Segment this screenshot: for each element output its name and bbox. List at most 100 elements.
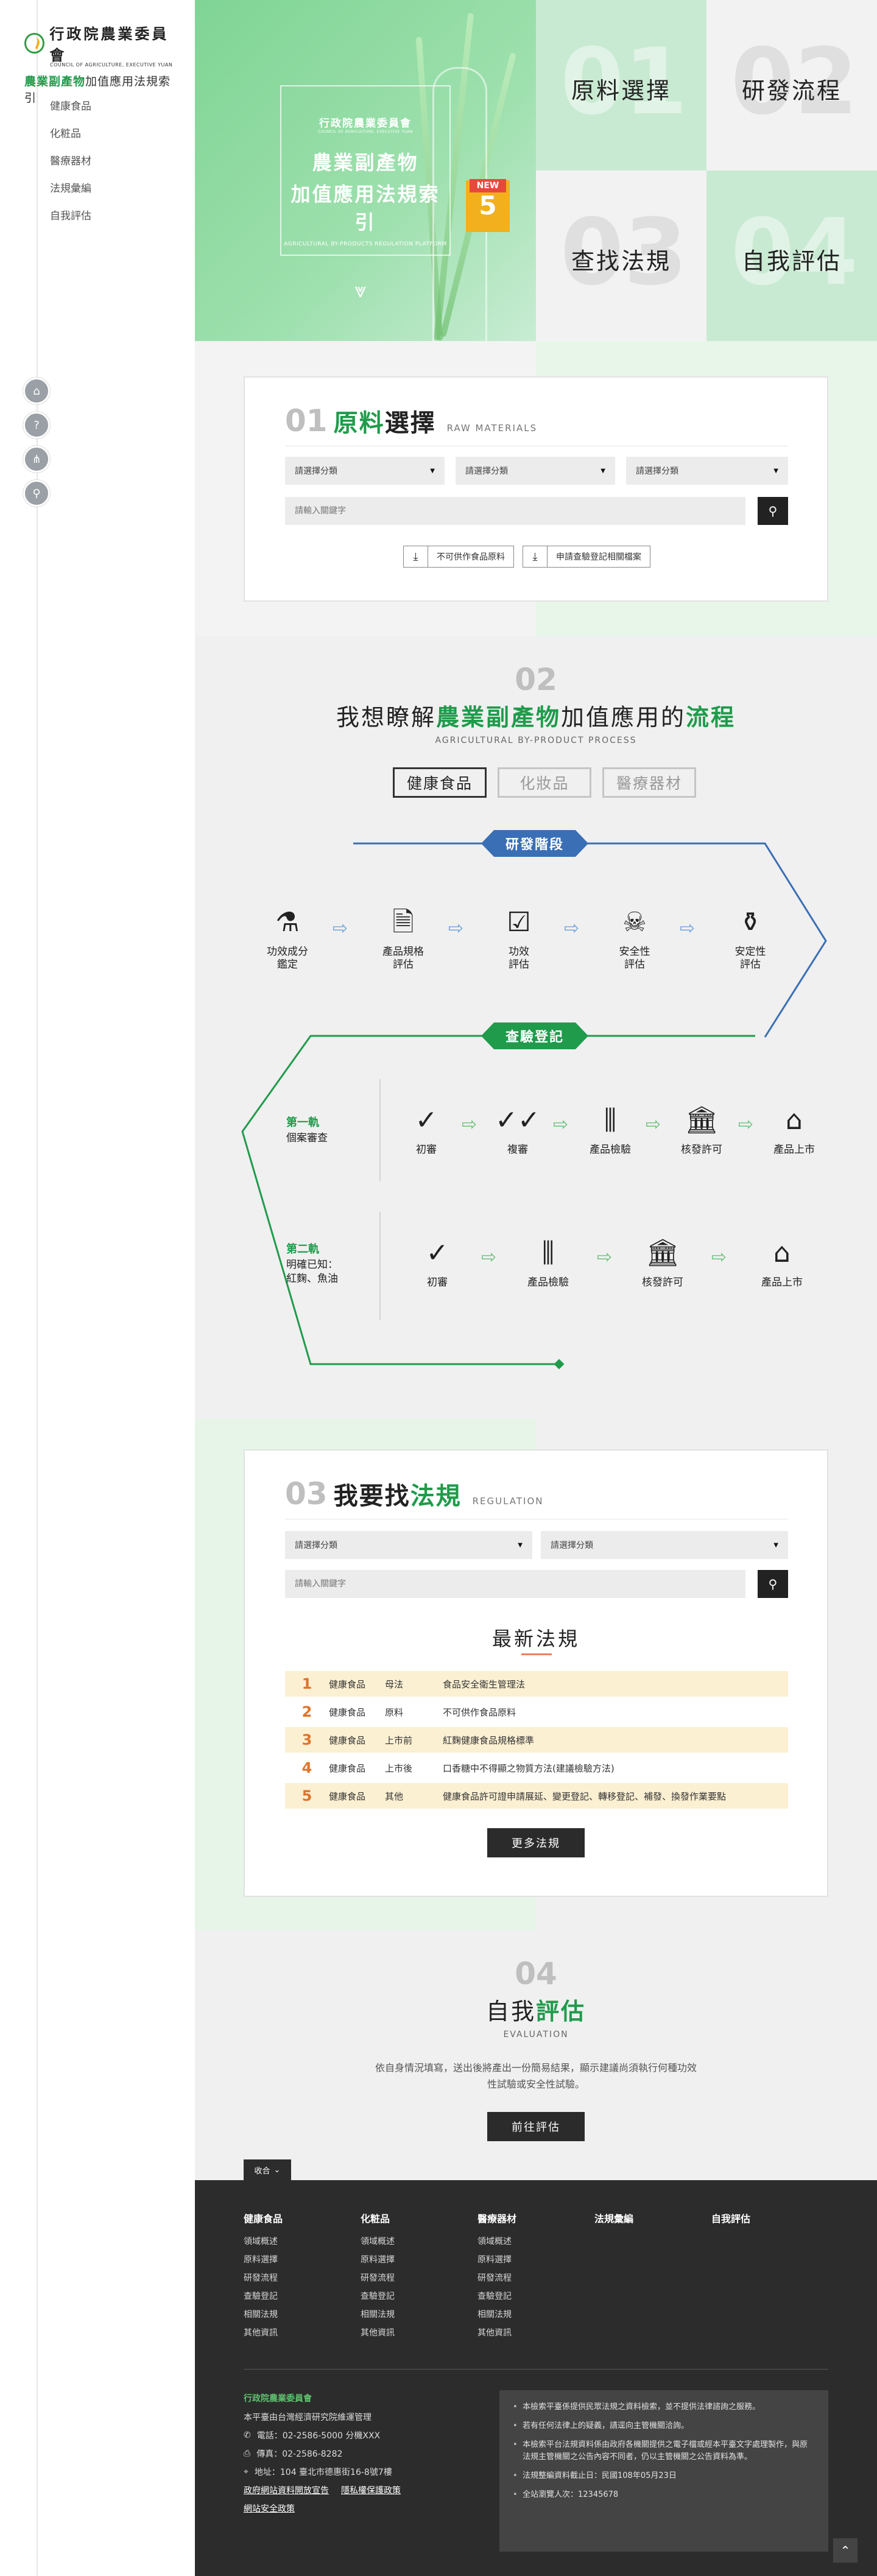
arrow-right-icon: ⇨ (564, 918, 580, 939)
step-efficacy-evaluation[interactable]: ☑ 功效 評估 (482, 904, 555, 972)
section-number: 04 (515, 1956, 557, 1991)
footer-link[interactable]: 相關法規 (244, 2308, 353, 2326)
footer-collapse-button[interactable]: 收合 ⌄ (244, 2159, 291, 2180)
footer-link[interactable]: 研發流程 (477, 2272, 587, 2290)
raw-keyword-input[interactable] (285, 497, 745, 525)
footer-link[interactable]: 原料選擇 (361, 2253, 470, 2272)
regulation-row[interactable]: 3 健康食品 上市前 紅麴健康食品規格標準 (285, 1727, 788, 1753)
help-icon[interactable]: ? (23, 412, 50, 438)
raw-category-select-3[interactable]: 請選擇分類 ▼ (626, 457, 788, 485)
tile-process[interactable]: 02 研發流程 (706, 0, 877, 171)
back-to-top-button[interactable]: ⌃ (833, 2538, 858, 2563)
footer-column-title[interactable]: 法規彙編 (594, 2211, 704, 2225)
sidebar-item-health-food[interactable]: 健康食品 (50, 97, 91, 125)
section-english-title: REGULATION (472, 1496, 544, 1507)
section-number: 03 (285, 1476, 328, 1511)
download-registration-files-button[interactable]: ⤓ 申請查驗登記相關檔案 (523, 546, 650, 568)
track1-step-second-review[interactable]: ✓✓ 複審 (481, 1102, 554, 1156)
regulation-row[interactable]: 4 健康食品 上市後 口香糖中不得顯之物質方法(建議檢驗方法) (285, 1755, 788, 1781)
step-efficacy-identification[interactable]: ⚗ 功效成分 鑑定 (251, 904, 324, 972)
footer-link[interactable]: 其他資訊 (477, 2326, 587, 2345)
raw-search-button[interactable]: ⚲ (758, 497, 788, 525)
track2-step-product-test[interactable]: ⫼ 產品檢驗 (512, 1235, 585, 1289)
notice-item: 本檢索平台法規資料係由政府各機關提供之電子檔或經本平臺文字處理製作，與原法規主管… (513, 2439, 815, 2465)
footer-link[interactable]: 其他資訊 (361, 2326, 470, 2345)
footer-link[interactable]: 領域概述 (244, 2235, 353, 2253)
microscope-icon: ⚗ (275, 906, 300, 938)
sidebar: 行政院農業委員會 COUNCIL OF AGRICULTURE, EXECUTI… (0, 0, 195, 2576)
evaluation-heading: 04 自我評估 EVALUATION (195, 1956, 877, 2039)
go-evaluation-button[interactable]: 前往評估 (487, 2112, 585, 2141)
footer-link[interactable]: 相關法規 (361, 2308, 470, 2326)
track-description: 明確已知： (286, 1259, 338, 1272)
footer-link[interactable]: 其他資訊 (244, 2326, 353, 2345)
notice-item: 若有任何法律上的疑義，請逕向主管機關洽詢。 (513, 2420, 815, 2433)
regulation-category-select-1[interactable]: 請選擇分類 ▼ (285, 1531, 532, 1559)
tile-find-regulations[interactable]: 03 查找法規 (536, 171, 706, 341)
footer-column-title[interactable]: 醫療器材 (477, 2211, 587, 2225)
new-regulations-badge[interactable]: NEW 5 (466, 179, 510, 232)
download-non-food-materials-button[interactable]: ⤓ 不可供作食品原料 (403, 546, 514, 568)
search-icon[interactable]: ⚲ (23, 480, 50, 507)
footer-link[interactable]: 原料選擇 (477, 2253, 587, 2272)
footer-notice-box: 本檢索平臺係提供民眾法規之資料檢索，並不提供法律諮詢之服務。 若有任何法律上的疑… (499, 2390, 828, 2552)
footer-column-title[interactable]: 自我評估 (711, 2211, 821, 2225)
tile-self-evaluation[interactable]: 04 自我評估 (706, 171, 877, 341)
raw-category-select-2[interactable]: 請選擇分類 ▼ (456, 457, 615, 485)
scroll-down-icon[interactable]: ⩔ (354, 280, 366, 301)
track1-step-product-launch[interactable]: ⌂ 產品上市 (758, 1102, 831, 1156)
regulation-row[interactable]: 1 健康食品 母法 食品安全衛生管理法 (285, 1671, 788, 1697)
footer-link[interactable]: 領域概述 (477, 2235, 587, 2253)
step-stability-evaluation[interactable]: ⚱ 安定性 評估 (714, 904, 787, 972)
footer-column-title[interactable]: 化粧品 (361, 2211, 470, 2225)
regulation-row[interactable]: 5 健康食品 其他 健康食品許可證申請展延、變更登記、轉移登記、補發、換發作業要點 (285, 1783, 788, 1809)
store-icon: ⌂ (786, 1104, 803, 1136)
sidebar-item-medical-devices[interactable]: 醫療器材 (50, 152, 91, 180)
hero-title-line2: 加值應用法規索引 (291, 183, 440, 234)
privacy-policy-link[interactable]: 隱私權保護政策 (341, 2484, 401, 2496)
home-icon[interactable]: ⌂ (23, 378, 50, 404)
security-policy-link[interactable]: 網站安全政策 (244, 2502, 295, 2514)
arrow-right-icon: ⇨ (462, 1114, 477, 1135)
footer-link[interactable]: 研發流程 (361, 2272, 470, 2290)
open-data-link[interactable]: 政府網站資料開放宣告 (244, 2484, 329, 2496)
latest-regulations-title: 最新法規 (491, 1627, 580, 1650)
track1-step-license-issued[interactable]: 🏛 核發許可 (665, 1102, 738, 1156)
regulation-category-select-2[interactable]: 請選擇分類 ▼ (541, 1531, 788, 1559)
footer-link[interactable]: 領域概述 (361, 2235, 470, 2253)
more-regulations-button[interactable]: 更多法規 (487, 1828, 585, 1857)
footer-maintainer: 本平臺由台灣經濟研究院維運管理 (244, 2413, 372, 2423)
track1-step-initial-review[interactable]: ✓ 初審 (390, 1102, 463, 1156)
regulation-keyword-input[interactable] (285, 1570, 745, 1598)
footer-fax: ⎙ 傳真：02-2586-8282 (244, 2449, 343, 2459)
track2-step-product-launch[interactable]: ⌂ 產品上市 (745, 1235, 819, 1289)
test-tubes-icon: ⫼ (604, 1104, 617, 1136)
document-alert-icon: 🗎 (392, 906, 414, 938)
notice-item: 法規整編資料截止日：民國108年05月23日 (513, 2470, 815, 2483)
sidebar-item-cosmetics[interactable]: 化粧品 (50, 125, 91, 152)
evaluation-description: 依自身情況填寫，送出後將產出一份簡易結果，顯示建議尚須執行何種功效 性試驗或安全性… (375, 2062, 697, 2091)
step-spec-evaluation[interactable]: 🗎 產品規格 評估 (367, 904, 440, 972)
step-safety-evaluation[interactable]: ☠ 安全性 評估 (598, 904, 671, 972)
tile-raw-materials[interactable]: 01 原料選擇 (536, 0, 706, 171)
footer-link[interactable]: 研發流程 (244, 2272, 353, 2290)
footer-link[interactable]: 查驗登記 (361, 2290, 470, 2308)
sidebar-item-regulations[interactable]: 法規彙編 (50, 180, 91, 207)
footer-link[interactable]: 原料選擇 (244, 2253, 353, 2272)
track-title: 第一軌 (286, 1116, 319, 1129)
arrow-right-icon: ⇨ (597, 1247, 613, 1268)
raw-category-select-1[interactable]: 請選擇分類 ▼ (285, 457, 445, 485)
track1-step-product-test[interactable]: ⫼ 產品檢驗 (574, 1102, 647, 1156)
site-logo[interactable]: 行政院農業委員會 COUNCIL OF AGRICULTURE, EXECUTI… (24, 22, 183, 105)
footer-link[interactable]: 查驗登記 (244, 2290, 353, 2308)
flask-icon: ⚱ (739, 906, 762, 938)
sitemap-icon[interactable]: ⋔ (23, 446, 50, 473)
track2-step-initial-review[interactable]: ✓ 初審 (401, 1235, 474, 1289)
footer-link[interactable]: 查驗登記 (477, 2290, 587, 2308)
sidebar-item-self-evaluation[interactable]: 自我評估 (50, 207, 91, 234)
regulation-search-button[interactable]: ⚲ (758, 1570, 788, 1598)
regulation-row[interactable]: 2 健康食品 原料 不可供作食品原料 (285, 1699, 788, 1725)
footer-column-title[interactable]: 健康食品 (244, 2211, 353, 2225)
track2-step-license-issued[interactable]: 🏛 核發許可 (626, 1235, 699, 1289)
footer-link[interactable]: 相關法規 (477, 2308, 587, 2326)
